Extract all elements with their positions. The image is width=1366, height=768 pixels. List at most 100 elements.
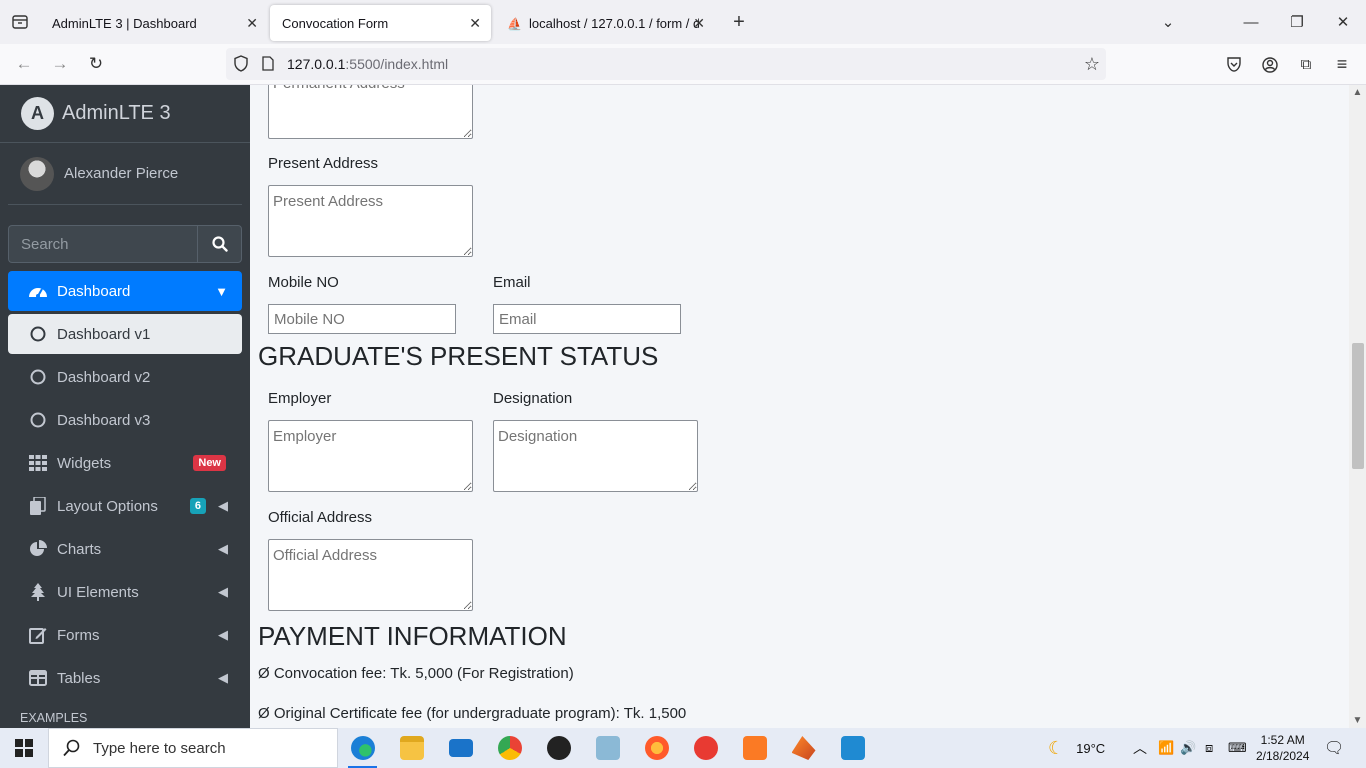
shield-icon[interactable] — [234, 55, 248, 77]
employer-textarea[interactable] — [268, 420, 473, 492]
tab-label: Convocation Form — [282, 15, 389, 31]
taskbar-chrome-icon[interactable] — [485, 728, 534, 768]
taskbar-firefox-icon[interactable] — [632, 728, 681, 768]
clock[interactable]: 1:52 AM 2/18/2024 — [1256, 728, 1309, 768]
tab-phpmyadmin[interactable]: ⛵ localhost / 127.0.0.1 / form / da ✕ — [495, 5, 715, 41]
taskbar-search-box[interactable]: Type here to search — [48, 728, 338, 768]
scroll-up-icon[interactable]: ▲ — [1349, 87, 1366, 98]
sidebar-item-dashboard-v1[interactable]: Dashboard v1 — [8, 314, 242, 354]
close-tab-icon[interactable]: ✕ — [246, 15, 258, 32]
reload-icon[interactable]: ↻ — [78, 54, 114, 74]
sidebar-item-charts[interactable]: Charts ◀ — [8, 529, 242, 569]
sidebar-item-dashboard[interactable]: Dashboard ▼ — [8, 271, 242, 311]
graduate-status-heading: GRADUATE'S PRESENT STATUS — [258, 341, 659, 371]
volume-icon[interactable]: 🔊 — [1180, 728, 1196, 768]
scroll-down-icon[interactable]: ▼ — [1349, 715, 1366, 726]
count-badge: 6 — [189, 498, 206, 514]
chevron-left-icon: ◀ — [218, 670, 228, 685]
tab-label: localhost / 127.0.0.1 / form / da — [529, 15, 699, 31]
sidebar-section-header: EXAMPLES — [20, 711, 88, 725]
meet-icon[interactable]: ⧈ — [1205, 728, 1213, 768]
clock-date: 2/18/2024 — [1256, 749, 1310, 763]
permanent-address-textarea[interactable] — [268, 85, 473, 139]
windows-start-icon[interactable] — [0, 728, 48, 768]
weather-widget[interactable]: ☾ 19°C — [1048, 728, 1105, 768]
sidebar-item-tables[interactable]: Tables ◀ — [8, 658, 242, 698]
taskbar-file-explorer-icon[interactable] — [387, 728, 436, 768]
present-address-label: Present Address — [268, 155, 379, 172]
chevron-up-icon[interactable]: ︿ — [1133, 728, 1147, 768]
taskbar-vscode-icon[interactable] — [828, 728, 877, 768]
sidebar-menu: Dashboard ▼ Dashboard v1 Dashboard v2 Da… — [8, 271, 242, 728]
user-name[interactable]: Alexander Pierce — [64, 165, 178, 182]
taskbar-media-player-icon[interactable] — [534, 728, 583, 768]
edit-icon — [28, 626, 48, 644]
url-bar[interactable]: 127.0.0.1:5500/index.html ☆ — [226, 48, 1106, 80]
network-icon[interactable]: 📶 — [1158, 728, 1174, 768]
account-icon[interactable] — [1252, 44, 1288, 85]
designation-textarea[interactable] — [493, 420, 698, 492]
sidebar-item-layout-options[interactable]: Layout Options 6 ◀ — [8, 486, 242, 526]
taskbar-mail-icon[interactable] — [436, 728, 485, 768]
pocket-icon[interactable] — [1216, 44, 1252, 85]
bookmark-star-icon[interactable]: ☆ — [1084, 54, 1100, 75]
notification-icon[interactable]: 🗨 — [1324, 728, 1344, 768]
official-address-textarea[interactable] — [268, 539, 473, 611]
sidebar-item-label: Layout Options — [57, 497, 158, 515]
circle-icon — [28, 369, 48, 385]
user-panel[interactable]: Alexander Pierce — [8, 143, 242, 205]
mobile-label: Mobile NO — [268, 274, 339, 291]
mobile-input[interactable] — [268, 304, 456, 334]
sidebar-item-dashboard-v3[interactable]: Dashboard v3 — [8, 400, 242, 440]
url-text[interactable]: 127.0.0.1:5500/index.html — [287, 56, 448, 72]
sidebar-item-ui-elements[interactable]: UI Elements ◀ — [8, 572, 242, 612]
taskbar-edge-icon[interactable] — [338, 728, 387, 768]
employer-label: Employer — [268, 390, 332, 407]
language-icon[interactable]: ⌨ — [1228, 728, 1247, 768]
new-badge: New — [193, 455, 226, 471]
forward-arrow-icon[interactable]: → — [42, 54, 78, 74]
sidebar-item-widgets[interactable]: Widgets New — [8, 443, 242, 483]
sidebar-item-label: Widgets — [57, 454, 112, 472]
moon-icon: ☾ — [1048, 737, 1065, 758]
taskbar-xampp-icon[interactable] — [730, 728, 779, 768]
vertical-scrollbar[interactable]: ▲ ▼ — [1349, 85, 1366, 728]
close-window-icon[interactable]: ✕ — [1320, 0, 1366, 44]
taskbar-matlab-icon[interactable] — [779, 728, 828, 768]
hamburger-menu-icon[interactable]: ≡ — [1324, 44, 1360, 85]
close-tab-icon[interactable]: ✕ — [469, 15, 481, 32]
sidebar-item-label: Dashboard v1 — [57, 325, 151, 343]
taskbar-wps-icon[interactable] — [681, 728, 730, 768]
extensions-icon[interactable]: ⧉ — [1288, 44, 1324, 85]
minimize-icon[interactable]: — — [1228, 0, 1274, 44]
restore-icon[interactable]: ❐ — [1274, 0, 1320, 44]
new-tab-icon[interactable]: + — [723, 11, 755, 34]
present-address-textarea[interactable] — [268, 185, 473, 257]
tab-adminlte-dashboard[interactable]: AdminLTE 3 | Dashboard ✕ — [40, 5, 268, 41]
tab-convocation-form[interactable]: Convocation Form ✕ — [270, 5, 491, 41]
scrollbar-thumb[interactable] — [1352, 343, 1364, 469]
tab-list-icon[interactable] — [0, 0, 40, 44]
sidebar-item-label: Dashboard v2 — [57, 368, 151, 386]
search-button[interactable] — [197, 225, 242, 263]
adminlte-logo: A — [21, 97, 54, 130]
brand-link[interactable]: A AdminLTE 3 — [0, 85, 250, 143]
sidebar-item-dashboard-v2[interactable]: Dashboard v2 — [8, 357, 242, 397]
close-tab-icon[interactable]: ✕ — [693, 15, 705, 32]
search-icon — [63, 739, 80, 757]
main-content: Present Address Mobile NO Email GRADUATE… — [250, 85, 1349, 728]
brand-text: AdminLTE 3 — [62, 102, 171, 124]
phpmyadmin-icon: ⛵ — [507, 17, 522, 31]
chevron-down-icon: ▼ — [215, 283, 228, 299]
chevron-down-icon[interactable]: ⌄ — [1145, 0, 1191, 44]
sidebar-item-label: UI Elements — [57, 583, 139, 601]
chevron-left-icon: ◀ — [218, 498, 228, 513]
tachometer-icon — [28, 283, 48, 299]
pie-chart-icon — [28, 540, 48, 558]
taskbar-app-icon[interactable] — [583, 728, 632, 768]
page-icon[interactable] — [262, 56, 274, 76]
back-arrow-icon[interactable]: ← — [6, 54, 42, 74]
sidebar-item-forms[interactable]: Forms ◀ — [8, 615, 242, 655]
email-input[interactable] — [493, 304, 681, 334]
sidebar-search-input[interactable] — [8, 225, 197, 263]
